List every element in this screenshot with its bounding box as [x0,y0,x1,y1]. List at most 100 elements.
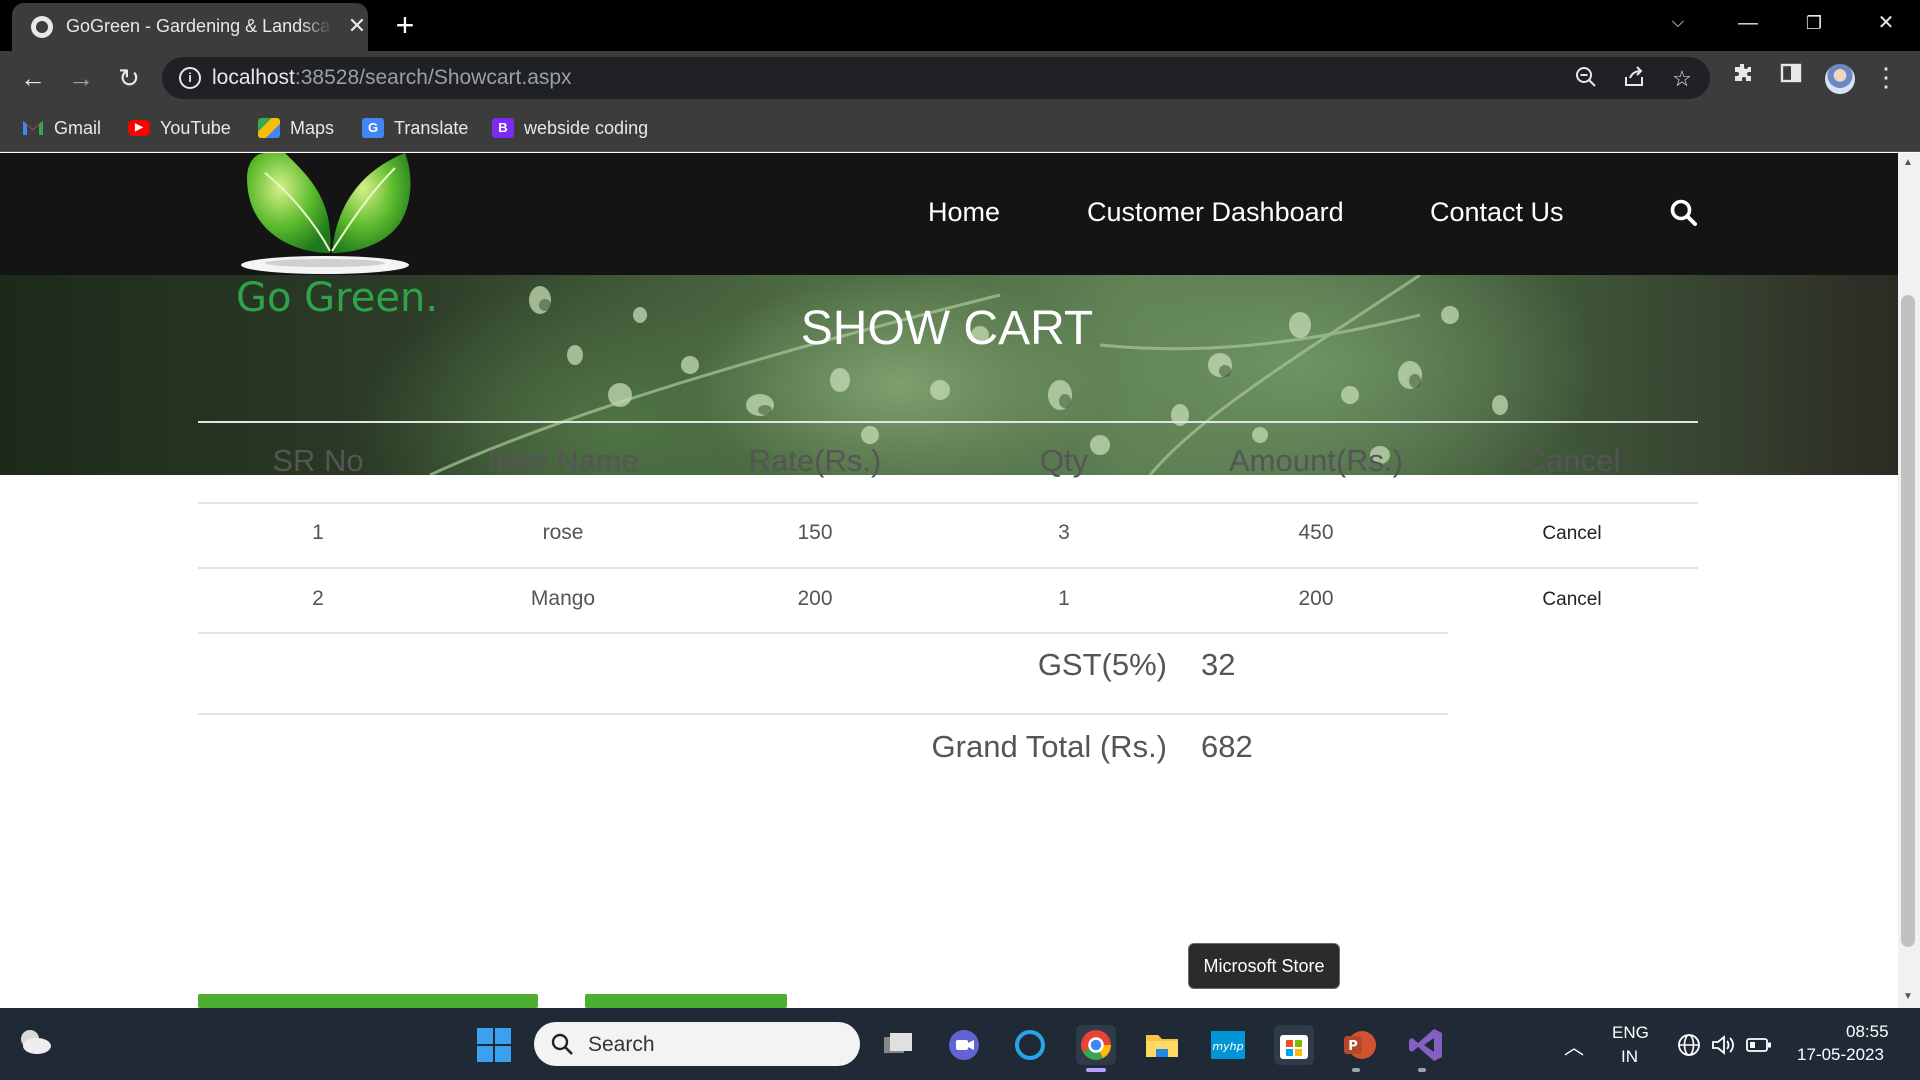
bookmark-maps[interactable]: Maps [258,115,334,141]
myhp-icon[interactable]: myhp [1208,1025,1248,1065]
taskbar-search-box[interactable]: Search [534,1022,860,1066]
svg-text:P: P [1348,1039,1358,1054]
microsoft-store-icon[interactable] [1274,1025,1314,1065]
scroll-down-arrow-icon[interactable]: ▼ [1903,991,1913,1002]
taskbar-tooltip: Microsoft Store [1188,943,1340,989]
bookmark-gmail[interactable]: Gmail [22,115,101,141]
translate-icon: G [362,118,384,138]
secondary-action-button[interactable] [585,994,787,1008]
gst-value: 32 [1201,647,1236,682]
cell-qty: 3 [1058,521,1070,544]
cell-item-name: Mango [530,587,596,610]
bookmark-label: Maps [290,117,335,138]
magnifier-icon [551,1033,573,1055]
profile-avatar[interactable] [1825,64,1855,94]
teams-chat-icon[interactable] [944,1025,984,1065]
network-globe-icon[interactable] [1676,1032,1702,1058]
svg-text:myhp: myhp [1212,1040,1243,1053]
bookmark-label: Gmail [54,117,102,138]
cell-sr-no: 1 [312,521,324,544]
cancel-item-button[interactable]: Cancel [1542,523,1601,545]
scrollbar-thumb[interactable] [1901,295,1915,947]
site-info-icon[interactable]: i [179,67,201,89]
powerpoint-icon[interactable]: P [1340,1025,1380,1065]
row-divider [198,632,1448,634]
url-path: :38528/search/Showcart.aspx [294,66,572,89]
url-host: localhost [212,66,295,89]
bookmark-label: Translate [394,117,469,138]
chrome-menu-icon[interactable]: ⋮ [1870,61,1902,93]
volume-icon[interactable] [1710,1032,1736,1058]
windows-start-icon[interactable] [476,1027,512,1063]
window-close-icon[interactable]: ✕ [1858,5,1914,41]
extensions-icon[interactable] [1727,61,1759,93]
forward-arrow-icon[interactable]: → [64,61,98,95]
cortana-icon[interactable] [1010,1025,1050,1065]
battery-icon[interactable] [1746,1036,1772,1054]
cell-sr-no: 2 [312,587,324,610]
reload-icon[interactable]: ↻ [112,61,146,95]
open-app-indicator [1418,1068,1426,1072]
cell-amount: 450 [1298,521,1334,544]
summary-divider [198,713,1448,715]
weather-cloud-icon[interactable] [18,1027,52,1055]
column-header-amount: Amount(Rs.) [1229,443,1403,478]
bootstrap-icon: B [492,118,514,138]
bookmark-star-icon[interactable]: ☆ [1668,65,1696,93]
column-header-item-name: Item Name [487,443,639,478]
chrome-taskbar-icon[interactable] [1076,1025,1116,1065]
close-tab-icon[interactable]: ✕ [344,13,370,39]
new-tab-icon[interactable]: + [388,8,422,42]
url-text[interactable]: localhost:38528/search/Showcart.aspx [212,66,572,90]
scroll-up-arrow-icon[interactable]: ▲ [1903,157,1913,168]
cell-rate: 150 [797,521,833,544]
gmail-icon [22,118,44,138]
maps-icon [258,118,280,138]
side-panel-icon[interactable] [1775,61,1807,93]
grand-total-value: 682 [1201,729,1253,764]
gst-label: GST(5%) [1037,647,1167,682]
bookmarks-bar: Gmail ▶ YouTube Maps G Translate B websi… [0,105,1920,152]
bookmark-label: webside coding [524,117,649,138]
cancel-item-button[interactable]: Cancel [1542,589,1601,611]
primary-action-button[interactable] [198,994,538,1008]
zoom-icon[interactable] [1572,65,1600,93]
show-hidden-icons-chevron[interactable]: ︿ [1564,1031,1584,1060]
visual-studio-icon[interactable] [1406,1025,1446,1065]
bookmark-youtube[interactable]: ▶ YouTube [128,115,231,141]
bookmark-label: YouTube [160,117,231,138]
clock-date[interactable]: 17-05-2023 [1797,1045,1884,1065]
cell-amount: 200 [1298,587,1334,610]
cell-item-name: rose [542,521,584,544]
grand-total-label: Grand Total (Rs.) [931,729,1167,764]
address-bar[interactable]: i localhost:38528/search/Showcart.aspx ☆ [162,57,1710,99]
youtube-icon: ▶ [128,120,150,136]
browser-toolbar: ← → ↻ i localhost:38528/search/Showcart.… [0,51,1920,105]
column-header-cancel: Cancel [1523,443,1621,478]
bookmark-translate[interactable]: G Translate [362,115,468,141]
language-indicator-bottom[interactable]: IN [1621,1047,1638,1067]
task-view-icon[interactable] [878,1025,918,1065]
open-app-indicator [1352,1068,1360,1072]
nav-contact-us[interactable]: Contact Us [1430,197,1564,228]
header-divider [198,502,1698,504]
nav-home[interactable]: Home [928,197,1000,228]
tab-search-chevron-icon[interactable]: ⌵ [1650,5,1706,41]
nav-customer-dashboard[interactable]: Customer Dashboard [1087,197,1344,228]
clock-time[interactable]: 08:55 [1846,1022,1889,1042]
column-header-rate: Rate(Rs.) [748,443,882,478]
search-icon[interactable] [1669,198,1699,228]
column-header-sr-no: SR No [272,443,364,478]
globe-icon [31,16,53,38]
table-top-border [198,421,1698,423]
restore-icon[interactable]: ❐ [1786,5,1842,41]
minimize-icon[interactable]: — [1720,5,1776,41]
browser-tab[interactable]: GoGreen - Gardening & Landscaping ✕ [12,3,368,51]
cart-table: SR No Item Name Rate(Rs.) Qty Amount(Rs.… [198,421,1698,841]
share-icon[interactable] [1620,65,1648,93]
tab-title: GoGreen - Gardening & Landscaping [66,16,332,36]
file-explorer-icon[interactable] [1142,1025,1182,1065]
language-indicator-top[interactable]: ENG [1612,1023,1649,1043]
back-arrow-icon[interactable]: ← [16,61,50,95]
bookmark-webside-coding[interactable]: B webside coding [492,115,648,141]
